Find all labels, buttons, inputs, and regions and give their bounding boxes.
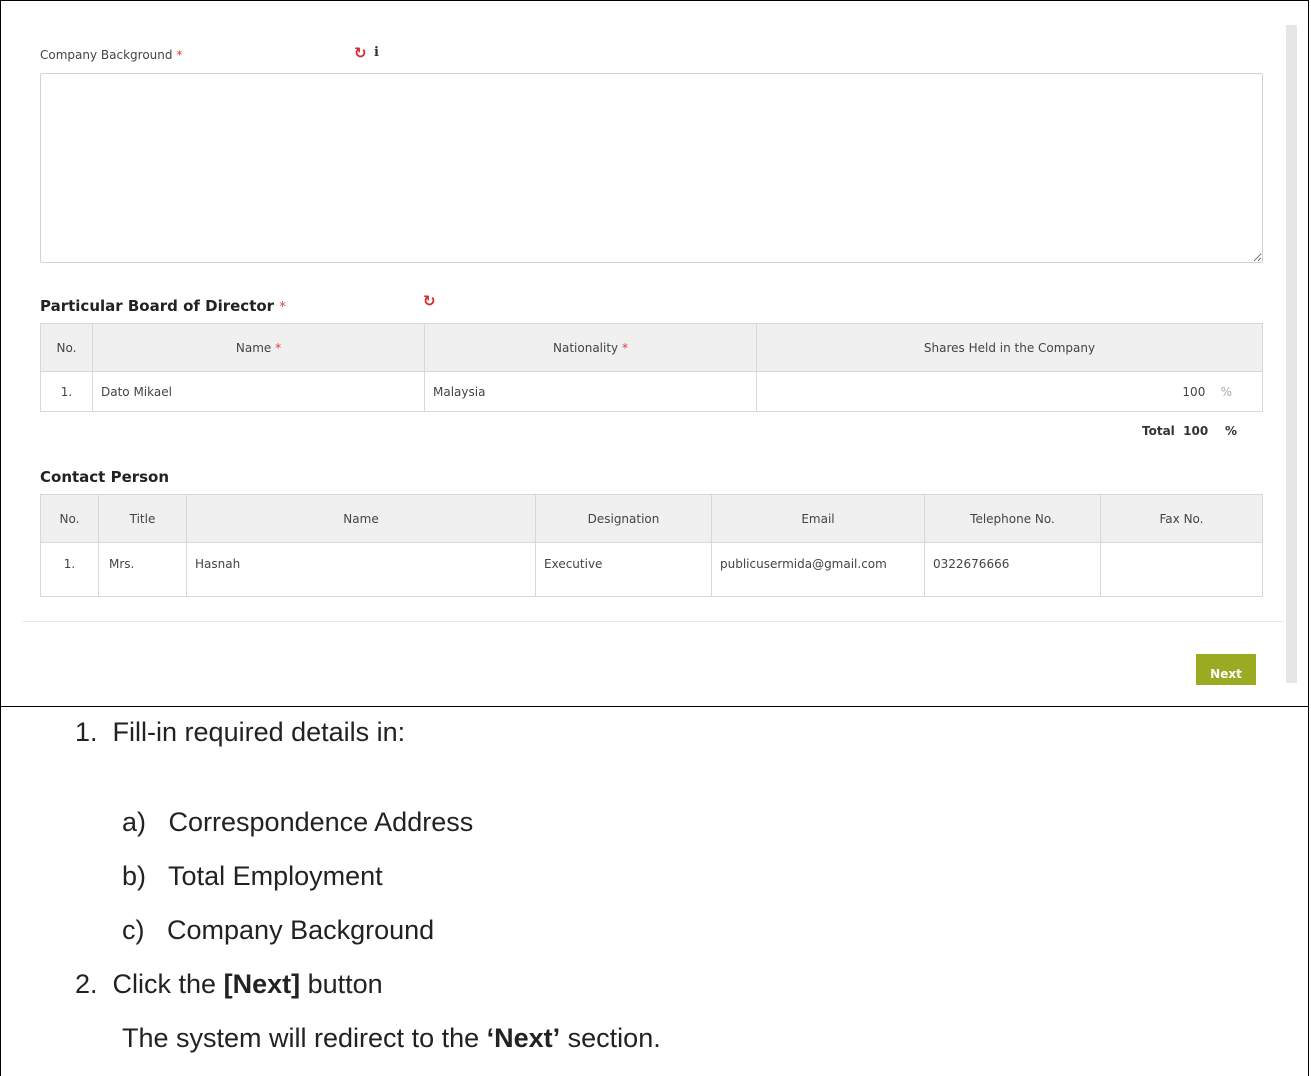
step-1-item-c: c) Company Background [122,915,434,946]
cell-no: 1. [40,371,93,412]
col-telephone: Telephone No. [924,494,1101,543]
contact-table: No. Title Name Designation Email Telepho… [40,494,1263,597]
step-2-detail: The system will redirect to the ‘Next’ s… [122,1023,661,1054]
contact-section-title: Contact Person [40,468,170,486]
step-2-detail-bold: ‘Next’ [486,1023,561,1053]
col-no: No. [40,323,93,372]
col-name: Name * [92,323,425,372]
cell-name[interactable]: Hasnah [186,542,536,597]
board-section-title: Particular Board of Director * [40,297,286,315]
board-table-header: No. Name * Nationality * Shares Held in … [40,323,1263,372]
next-button[interactable]: Next [1196,654,1256,685]
cell-nationality[interactable]: Malaysia [424,371,757,412]
contact-table-header: No. Title Name Designation Email Telepho… [40,494,1263,543]
table-row: 1. Dato Mikael Malaysia 100 % [40,371,1263,412]
step-2-detail-text: The system will redirect to the [122,1023,487,1053]
step-2-text: Click the [112,969,224,999]
scrollbar[interactable] [1286,25,1297,683]
item-mark: a) [122,807,147,837]
step-2-bold: [Next] [223,969,301,999]
company-background-textarea[interactable] [40,73,1263,263]
col-name: Name [186,494,536,543]
step-number: 1. [75,717,98,747]
divider [22,621,1284,622]
col-shares: Shares Held in the Company [756,323,1263,372]
board-title-text: Particular Board of Director [40,297,275,315]
percent-unit: % [1220,384,1232,399]
cell-email[interactable]: publicusermida@gmail.com [711,542,925,597]
item-mark: c) [122,915,145,945]
board-table: No. Name * Nationality * Shares Held in … [40,323,1263,412]
item-mark: b) [122,861,147,891]
cell-telephone[interactable]: 0322676666 [924,542,1101,597]
col-no: No. [40,494,99,543]
step-number: 2. [75,969,98,999]
cell-name[interactable]: Dato Mikael [92,371,425,412]
refresh-icon[interactable]: ↻ [354,44,367,62]
shares-total: Total 100 % [1142,424,1237,438]
company-background-label: Company Background * [40,48,182,62]
company-background-label-text: Company Background [40,48,173,62]
item-text: Correspondence Address [168,807,474,837]
step-1-item-b: b) Total Employment [122,861,383,892]
col-title: Title [98,494,187,543]
col-nationality: Nationality * [424,323,757,372]
step-2-detail-end: section. [560,1023,661,1053]
table-row: 1. Mrs. Hasnah Executive publicusermida@… [40,542,1263,597]
step-1-text: Fill-in required details in: [112,717,406,747]
item-text: Total Employment [168,861,383,891]
refresh-icon[interactable]: ↻ [423,292,436,310]
col-fax: Fax No. [1100,494,1263,543]
step-1-item-a: a) Correspondence Address [122,807,473,838]
step-1: 1. Fill-in required details in: [75,717,405,748]
required-mark: * [176,48,183,62]
col-designation: Designation [535,494,712,543]
cell-no: 1. [40,542,99,597]
col-email: Email [711,494,925,543]
cell-title[interactable]: Mrs. [98,542,187,597]
step-2-text-end: button [300,969,383,999]
item-text: Company Background [167,915,435,945]
info-icon[interactable]: i [374,45,379,60]
step-2: 2. Click the [Next] button [75,969,383,1000]
cell-fax[interactable] [1100,542,1263,597]
cell-designation[interactable]: Executive [535,542,712,597]
shares-value: 100 [1182,384,1206,399]
cell-shares[interactable]: 100 % [756,371,1263,412]
required-mark: * [279,300,286,315]
